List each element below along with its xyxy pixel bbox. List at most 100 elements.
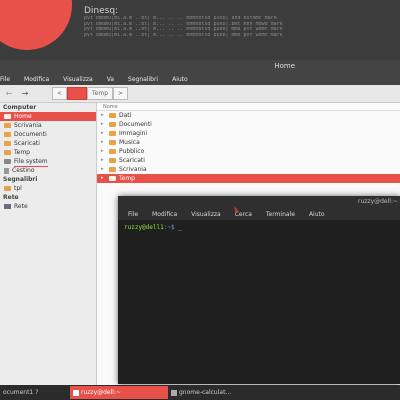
- expander-arrow-icon[interactable]: ▸: [101, 165, 106, 174]
- column-header-name[interactable]: Nome: [97, 103, 400, 111]
- sidebar-item-label: tpl: [14, 185, 22, 192]
- folder-icon: [4, 132, 11, 137]
- sidebar-item-filesystem[interactable]: File system: [0, 157, 96, 167]
- file-manager-titlebar[interactable]: Home: [0, 60, 400, 74]
- network-icon: [4, 204, 11, 209]
- expander-arrow-icon[interactable]: ▸: [101, 129, 106, 138]
- sidebar-header-network: Rete: [3, 194, 19, 201]
- file-name: Documenti: [119, 121, 152, 128]
- menu-go[interactable]: Va: [107, 76, 114, 83]
- sidebar-item-network[interactable]: Rete: [0, 202, 96, 211]
- menu-search[interactable]: Cerca: [235, 211, 252, 218]
- list-item[interactable]: ▸ Scrivania: [97, 165, 400, 174]
- decorative-red-circle: [0, 0, 72, 50]
- file-name: Scrivania: [119, 166, 147, 173]
- file-name: Musica: [119, 139, 140, 146]
- folder-icon: [4, 123, 11, 128]
- trash-icon: [4, 167, 9, 174]
- sidebar-item-trash[interactable]: Cestino: [0, 166, 96, 175]
- taskbar-item-document[interactable]: ocument1 ?: [0, 386, 70, 399]
- menu-help[interactable]: Aiuto: [172, 76, 188, 83]
- path-segment-temp[interactable]: Temp: [87, 87, 114, 100]
- info-panel-title: Dinesq:: [84, 6, 119, 16]
- menu-file[interactable]: File: [0, 76, 10, 83]
- folder-icon: [109, 167, 116, 172]
- list-item[interactable]: ▸ Immagini: [97, 129, 400, 138]
- file-name: Pubblico: [119, 148, 145, 155]
- file-manager-menubar: File Modifica Visualizza Va Segnalibri A…: [0, 74, 400, 85]
- info-panel-lines: pvt bmdmu|mi.a.m ..bt| m... .. .. mhmnbt…: [84, 16, 396, 38]
- terminal-icon: [73, 389, 79, 396]
- menu-view[interactable]: Visualizza: [63, 76, 93, 83]
- folder-icon: [109, 131, 116, 136]
- path-segment-home[interactable]: [67, 87, 88, 100]
- list-item[interactable]: ▸ Musica: [97, 138, 400, 147]
- sidebar-item-tpl[interactable]: tpl: [0, 184, 96, 193]
- task-label: gnome-calculat...: [179, 389, 232, 396]
- list-item-selected[interactable]: ▸ Temp: [97, 174, 400, 183]
- menu-terminal[interactable]: Terminale: [266, 211, 295, 218]
- folder-icon: [109, 140, 116, 145]
- menu-file[interactable]: File: [128, 211, 138, 218]
- path-scroll-right-button[interactable]: >: [113, 87, 129, 100]
- info-line: pvt bmdmu|mi.a.m ..bt| m... .. .. mhmnbt…: [84, 32, 283, 38]
- sidebar-item-downloads[interactable]: Scaricati: [0, 139, 96, 148]
- list-item[interactable]: ▸ Dati: [97, 111, 400, 120]
- sidebar-item-home[interactable]: Home: [0, 112, 96, 121]
- folder-icon: [109, 149, 116, 154]
- back-button[interactable]: ←: [2, 88, 16, 99]
- sidebar-item-label: Scrivania: [14, 122, 42, 129]
- expander-arrow-icon[interactable]: ▸: [101, 174, 106, 183]
- terminal-cursor: _: [178, 224, 182, 231]
- menu-edit[interactable]: Modifica: [152, 211, 177, 218]
- folder-icon: [4, 186, 11, 191]
- terminal-window: ruzzy@dell:~ File Modifica Visualizza Ce…: [118, 196, 400, 384]
- task-label: ocument1 ?: [3, 389, 39, 396]
- list-item[interactable]: ▸ Documenti: [97, 120, 400, 129]
- folder-icon: [109, 122, 116, 127]
- terminal-title: ruzzy@dell:~: [357, 198, 398, 205]
- sidebar-item-label: Scaricati: [14, 140, 40, 147]
- path-scroll-left-button[interactable]: <: [52, 87, 68, 100]
- terminal-titlebar[interactable]: ruzzy@dell:~: [118, 196, 400, 208]
- home-folder-icon: [4, 114, 11, 119]
- file-name: Temp: [119, 175, 135, 182]
- forward-button[interactable]: →: [18, 88, 32, 99]
- menu-view[interactable]: Visualizza: [191, 211, 221, 218]
- menu-edit[interactable]: Modifica: [24, 76, 49, 83]
- sidebar-header-bookmarks: Segnalibri: [3, 176, 38, 183]
- list-item[interactable]: ▸ Scaricati: [97, 156, 400, 165]
- terminal-content[interactable]: ruzzy@dell1:~$ _: [118, 220, 400, 235]
- menu-help[interactable]: Aiuto: [309, 211, 325, 218]
- expander-arrow-icon[interactable]: ▸: [101, 156, 106, 165]
- expander-arrow-icon[interactable]: ▸: [101, 138, 106, 147]
- expander-arrow-icon[interactable]: ▸: [101, 111, 106, 120]
- sidebar-item-label: File system: [14, 157, 48, 167]
- prompt-path: :~$: [163, 224, 175, 231]
- task-label: ruzzy@dell:~: [81, 389, 122, 396]
- sidebar-header-computer: Computer: [3, 104, 37, 111]
- sidebar-item-label: Documenti: [14, 131, 47, 138]
- folder-icon: [109, 158, 116, 163]
- taskbar-item-calculator[interactable]: gnome-calculat...: [168, 386, 266, 399]
- sidebar-item-documents[interactable]: Documenti: [0, 130, 96, 139]
- taskbar-item-terminal[interactable]: ruzzy@dell:~: [70, 386, 168, 399]
- sidebar-item-desktop[interactable]: Scrivania: [0, 121, 96, 130]
- prompt-user: ruzzy@dell1: [124, 224, 164, 231]
- file-manager-toolbar: ← → < Temp >: [0, 85, 400, 103]
- terminal-menubar: File Modifica Visualizza Cerca Terminale…: [118, 208, 400, 220]
- file-name: Scaricati: [119, 157, 145, 164]
- sidebar-item-label: Rete: [14, 203, 28, 210]
- sidebar-item-label: Cestino: [12, 167, 35, 174]
- expander-arrow-icon[interactable]: ▸: [101, 120, 106, 129]
- list-item[interactable]: ▸ Pubblico: [97, 147, 400, 156]
- folder-icon: [4, 150, 11, 155]
- folder-icon: [109, 113, 116, 118]
- sidebar: Computer Home Scrivania Documenti Scaric…: [0, 103, 97, 385]
- file-name: Dati: [119, 112, 132, 119]
- folder-icon: [109, 176, 116, 181]
- sidebar-item-label: Home: [14, 113, 32, 120]
- expander-arrow-icon[interactable]: ▸: [101, 147, 106, 156]
- menu-bookmarks[interactable]: Segnalibri: [128, 76, 158, 83]
- file-name: Immagini: [119, 130, 148, 137]
